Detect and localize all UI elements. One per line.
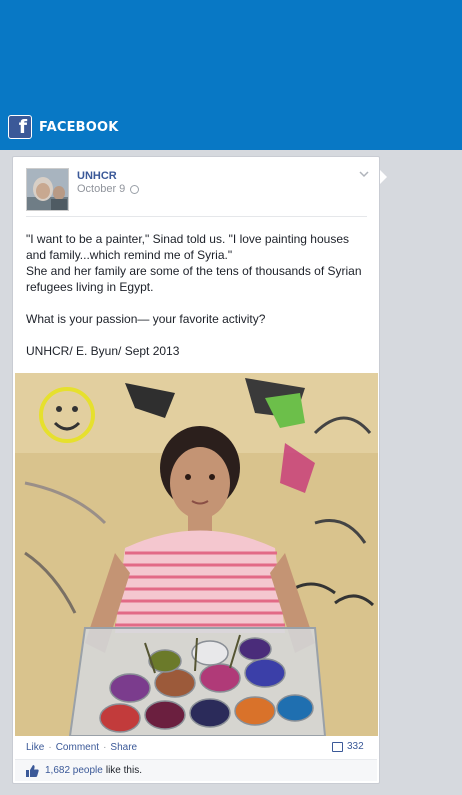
globe-icon	[130, 184, 140, 194]
avatar[interactable]	[26, 168, 69, 211]
likes-bar: 1,682 people like this.	[15, 759, 377, 781]
like-link[interactable]: Like	[26, 742, 44, 753]
likes-count-link[interactable]: 1,682 people	[45, 765, 103, 776]
post-text-line: "I want to be a painter," Sinad told us.…	[26, 232, 353, 262]
comment-icon	[332, 741, 343, 752]
divider	[26, 216, 367, 217]
page-name-link[interactable]: UNHCR	[77, 170, 117, 182]
facebook-logo-icon: f	[8, 115, 32, 139]
post-actions: Like · Comment · Share	[26, 742, 137, 753]
post-text: "I want to be a painter," Sinad told us.…	[26, 231, 371, 359]
facebook-post-card: UNHCR October 9 "I want to be a painter,…	[12, 156, 380, 784]
thumbs-up-icon	[26, 764, 39, 777]
comment-count-value: 332	[347, 741, 364, 752]
comment-count[interactable]: 332	[332, 741, 364, 752]
separator: ·	[103, 742, 107, 753]
post-credit: UNHCR/ E. Byun/ Sept 2013	[26, 344, 180, 358]
post-meta: October 9	[77, 183, 140, 195]
card-pointer	[380, 170, 387, 184]
chevron-down-icon[interactable]	[359, 169, 369, 179]
separator: ·	[48, 742, 52, 753]
post-text-line: She and her family are some of the tens …	[26, 264, 365, 294]
facebook-header[interactable]: f FACEBOOK	[8, 115, 119, 139]
share-link[interactable]: Share	[110, 742, 137, 753]
post-photo[interactable]	[15, 373, 378, 736]
facebook-title: FACEBOOK	[39, 119, 119, 135]
comment-link[interactable]: Comment	[56, 742, 99, 753]
post-question: What is your passion— your favorite acti…	[26, 312, 266, 326]
post-date[interactable]: October 9	[77, 183, 125, 195]
likes-suffix: like this.	[105, 765, 142, 776]
